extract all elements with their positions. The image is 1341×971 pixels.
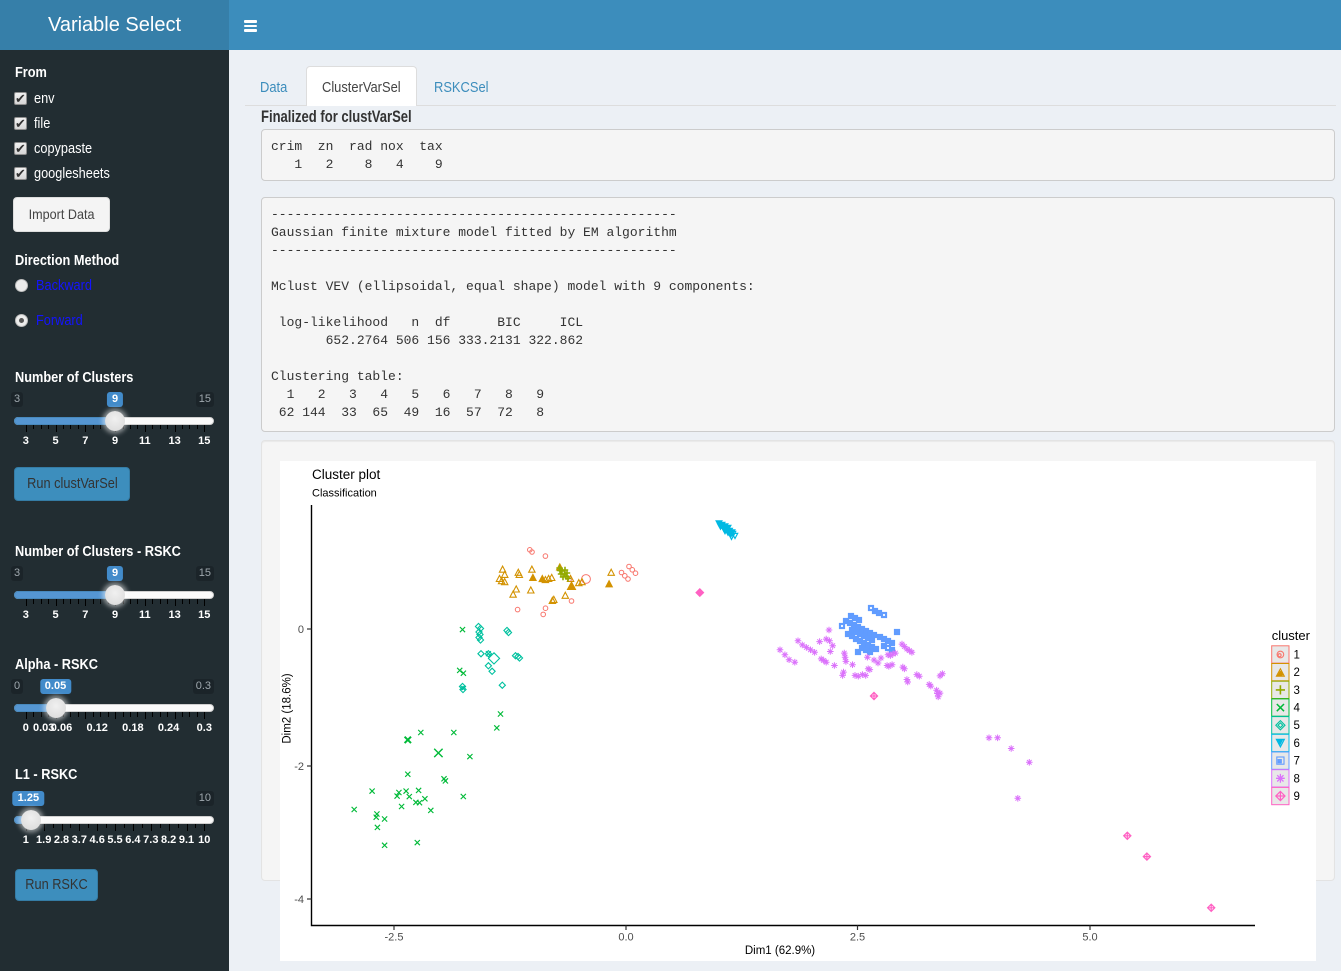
svg-text:-2: -2 (294, 761, 304, 773)
svg-text:Dim2 (18.6%): Dim2 (18.6%) (282, 673, 294, 743)
svg-text:Dim1 (62.9%): Dim1 (62.9%) (745, 945, 815, 957)
svg-text:2.5: 2.5 (850, 932, 865, 944)
svg-text:3: 3 (1294, 685, 1300, 697)
svg-text:Cluster plot: Cluster plot (312, 467, 381, 482)
svg-text:6: 6 (1294, 738, 1300, 750)
svg-text:5.0: 5.0 (1082, 932, 1097, 944)
svg-text:0.0: 0.0 (618, 932, 633, 944)
svg-text:1: 1 (1294, 650, 1300, 662)
svg-text:-4: -4 (294, 894, 304, 906)
svg-text:7: 7 (1294, 756, 1300, 768)
svg-text:cluster: cluster (1272, 628, 1311, 643)
svg-text:-2.5: -2.5 (385, 932, 404, 944)
svg-text:0: 0 (298, 624, 304, 636)
svg-text:4: 4 (1294, 703, 1301, 715)
svg-text:2: 2 (1294, 667, 1300, 679)
svg-text:5: 5 (1294, 720, 1300, 732)
svg-text:9: 9 (1294, 791, 1300, 803)
svg-text:8: 8 (1294, 773, 1300, 785)
svg-text:Classification: Classification (312, 488, 377, 500)
